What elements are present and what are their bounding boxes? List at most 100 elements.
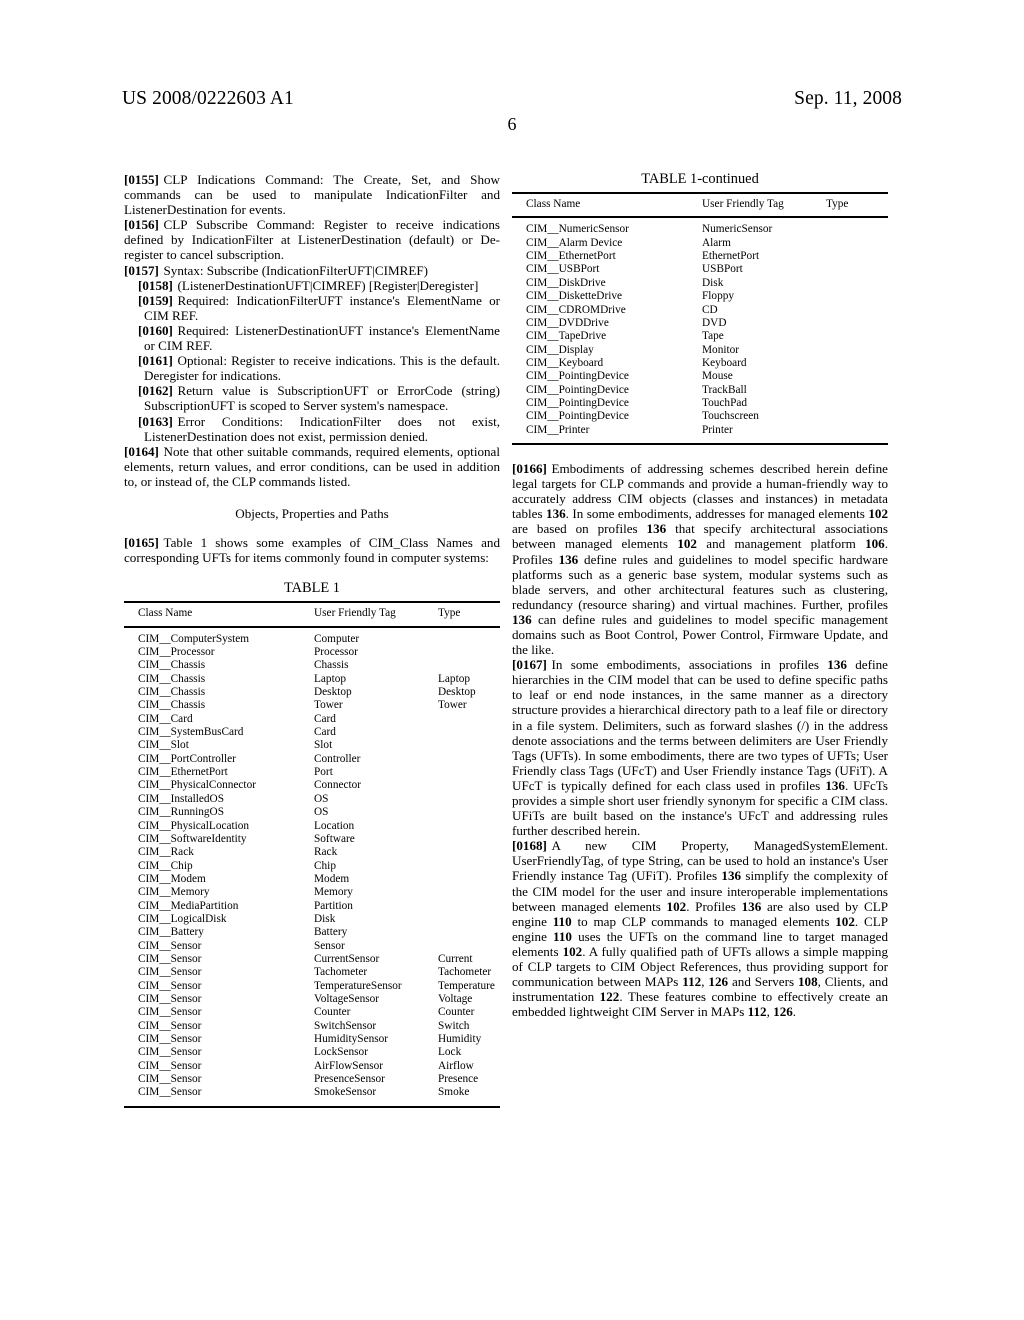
table-1: TABLE 1 Class Name User Friendly Tag Typ… — [124, 580, 500, 1108]
reference-numeral: 110 — [553, 928, 572, 944]
cell-type — [438, 779, 500, 792]
cell-user-friendly-tag: Disk — [314, 912, 336, 925]
cell-class-name: CIM__SoftwareIdentity — [138, 832, 247, 845]
cell-class-name: CIM__Sensor — [138, 1033, 202, 1045]
cell-class-name: CIM__ComputerSystem — [138, 632, 250, 645]
cell-user-friendly-tag: Desktop — [314, 686, 352, 699]
paragraph-number: [0160] — [138, 322, 173, 338]
table-row: CIM__Sensor Counter Counter — [124, 1006, 500, 1019]
paragraph-0159: [0159] Required: IndicationFilterUFT inst… — [124, 293, 500, 323]
paragraph-text: Table 1 shows some examples of CIM_Class… — [124, 535, 500, 566]
table-1-continued: TABLE 1-continued Class Name User Friend… — [512, 171, 888, 445]
table-row: CIM__Processor Processor — [124, 646, 500, 659]
cell-type — [826, 237, 888, 250]
table-1-continued-grid: Class Name User Friendly Tag Type — [512, 194, 888, 216]
cell-type — [438, 659, 500, 672]
cell-class-name: CIM__DVDDrive — [526, 316, 609, 329]
reference-numeral: 136 — [512, 611, 532, 627]
cell-type — [438, 806, 500, 819]
table-1-bottom-rule — [124, 1105, 500, 1108]
table-row: CIM__EthernetPort Port — [124, 766, 500, 779]
table-row: CIM__Sensor Sensor — [124, 940, 500, 953]
cell-class-name: CIM__PointingDevice — [526, 370, 629, 383]
paragraph-0162: [0162] Return value is SubscriptionUFT or… — [124, 383, 500, 413]
paragraph-text: Required: ListenerDestinationUFT instanc… — [144, 322, 500, 354]
cell-user-friendly-tag: Alarm — [702, 236, 731, 249]
cell-type: Humidity — [438, 1033, 482, 1045]
paragraph-0156: [0156] CLP Subscribe Command: Register to… — [124, 217, 500, 262]
cell-type: Current — [438, 952, 473, 965]
paragraph-text: A new CIM Property, ManagedSystemElement… — [512, 838, 889, 1020]
cell-user-friendly-tag: CurrentSensor — [314, 952, 380, 965]
paragraph-0168: [0168] A new CIM Property, ManagedSystemE… — [512, 838, 888, 1019]
table-row: CIM__Battery Battery — [124, 926, 500, 939]
cell-user-friendly-tag: DVD — [702, 316, 727, 329]
cell-class-name: CIM__Rack — [138, 846, 194, 859]
cell-user-friendly-tag: Battery — [314, 926, 348, 939]
cell-class-name: CIM__Alarm Device — [526, 236, 623, 249]
cell-type — [438, 900, 500, 913]
table-row: CIM__Chassis Desktop Desktop — [124, 686, 500, 699]
reference-numeral: 102 — [868, 506, 888, 522]
table-row: CIM__SoftwareIdentity Software — [124, 833, 500, 846]
cell-user-friendly-tag: Location — [314, 819, 355, 832]
table-1-title: TABLE 1 — [283, 580, 340, 597]
cell-user-friendly-tag: TemperatureSensor — [314, 979, 402, 992]
cell-type: Counter — [438, 1006, 475, 1019]
column-header-type: Type — [438, 607, 461, 620]
paragraph-number: [0164] — [124, 443, 159, 459]
section-heading: Objects, Properties and Paths — [235, 505, 389, 521]
table-row: CIM__TapeDrive Tape — [512, 330, 888, 343]
cell-class-name: CIM__InstalledOS — [138, 792, 224, 805]
cell-user-friendly-tag: EthernetPort — [702, 250, 760, 263]
paragraph-0164: [0164] Note that other suitable commands,… — [124, 444, 500, 489]
cell-class-name: CIM__PointingDevice — [526, 383, 629, 396]
publication-date: Sep. 11, 2008 — [794, 88, 902, 109]
cell-type — [438, 739, 500, 752]
cell-class-name: CIM__Sensor — [138, 979, 202, 992]
paragraph-number: [0158] — [138, 277, 173, 293]
table-row: CIM__PortController Controller — [124, 753, 500, 766]
cell-type — [438, 913, 500, 926]
cell-class-name: CIM__NumericSensor — [526, 223, 629, 236]
reference-numeral: 136 — [827, 657, 847, 673]
paragraph-0163: [0163] Error Conditions: IndicationFilter… — [124, 414, 500, 444]
cell-user-friendly-tag: CD — [702, 303, 718, 316]
cell-class-name: CIM__Memory — [138, 886, 210, 899]
paragraph-text: Note that other suitable commands, requi… — [124, 443, 500, 489]
cell-user-friendly-tag: Modem — [314, 872, 350, 885]
paragraph-number: [0165] — [124, 535, 159, 551]
table-row: CIM__LogicalDisk Disk — [124, 913, 500, 926]
left-paragraph-list: [0155] CLP Indications Command: The Creat… — [124, 172, 500, 489]
table-row: CIM__Sensor Tachometer Tachometer — [124, 966, 500, 979]
table-row: CIM__Modem Modem — [124, 873, 500, 886]
table-row: CIM__Chassis Chassis — [124, 659, 500, 672]
table-row: CIM__EthernetPort EthernetPort — [512, 250, 888, 263]
table-row: CIM__Keyboard Keyboard — [512, 357, 888, 370]
paragraph-text: In some embodiments, associations in pro… — [512, 657, 888, 839]
paragraph-text: CLP Subscribe Command: Register to recei… — [124, 217, 500, 263]
table-row: CIM__Sensor AirFlowSensor Airflow — [124, 1060, 500, 1073]
cell-user-friendly-tag: Port — [314, 766, 333, 779]
paragraph-number: [0156] — [124, 217, 159, 233]
cell-user-friendly-tag: Processor — [314, 646, 358, 659]
cell-type — [826, 357, 888, 370]
table-1-grid: Class Name User Friendly Tag Type — [124, 603, 500, 625]
cell-type — [826, 424, 888, 437]
cell-type — [826, 317, 888, 330]
reference-numeral: 136 — [546, 506, 566, 522]
table-row: CIM__Sensor VoltageSensor Voltage — [124, 993, 500, 1006]
cell-type — [826, 250, 888, 263]
cell-user-friendly-tag: SmokeSensor — [314, 1086, 377, 1099]
paragraph-0158: [0158] (ListenerDestinationUFT|CIMREF) [R… — [124, 278, 500, 293]
paragraph-0165: [0165] Table 1 shows some examples of CIM… — [124, 535, 500, 565]
reference-numeral: 136 — [558, 551, 579, 567]
cell-type: Tachometer — [438, 966, 492, 979]
cell-class-name: CIM__PhysicalLocation — [138, 819, 250, 832]
cell-type: Laptop — [438, 672, 470, 685]
paragraph-number: [0155] — [124, 172, 159, 187]
paragraph-text: Required: IndicationFilterUFT instance's… — [144, 292, 500, 323]
table-row: CIM__DisketteDrive Floppy — [512, 290, 888, 303]
cell-user-friendly-tag: HumiditySensor — [314, 1033, 389, 1045]
cell-class-name: CIM__Keyboard — [526, 356, 604, 369]
